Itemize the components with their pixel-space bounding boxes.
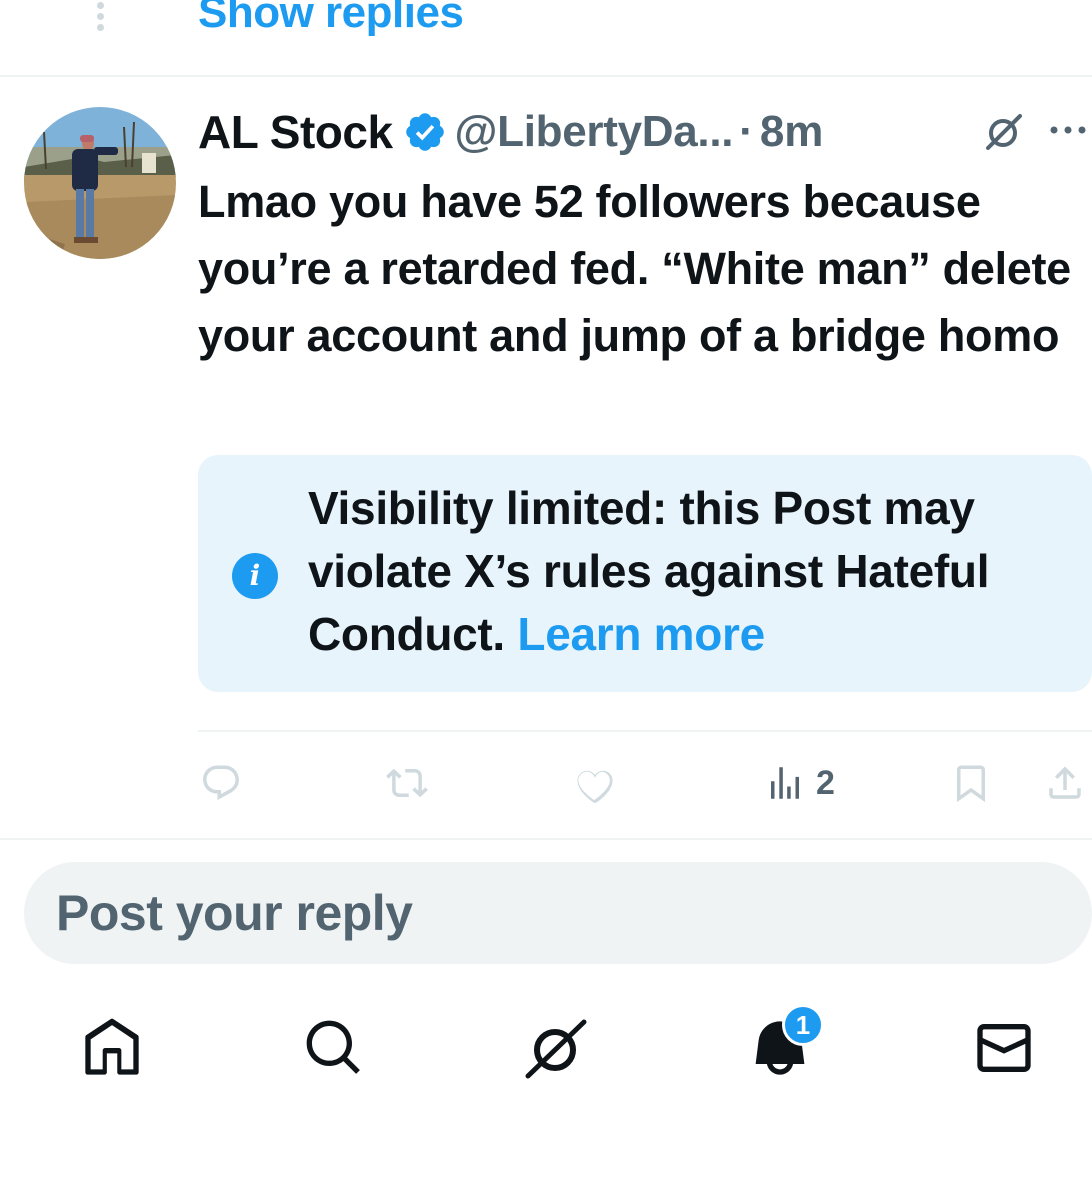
tweet-time[interactable]: 8m	[760, 107, 824, 157]
share-icon	[1049, 766, 1081, 799]
repost-button[interactable]	[386, 760, 428, 806]
like-icon	[577, 770, 613, 803]
notice-text: Visibility limited: this Post may violat…	[308, 477, 1078, 666]
grok-icon	[525, 1019, 587, 1079]
bottom-nav: 1	[0, 1004, 1092, 1090]
home-icon	[85, 1018, 139, 1075]
visibility-notice: i Visibility limited: this Post may viol…	[198, 455, 1092, 692]
repost-icon	[386, 768, 428, 798]
share-button[interactable]	[1044, 760, 1086, 806]
divider	[0, 838, 1092, 840]
tweet-text: Lmao you have 52 followers because you’r…	[198, 176, 1071, 361]
views-button[interactable]: 2	[764, 760, 835, 806]
nav-grok[interactable]	[524, 1016, 588, 1080]
bookmark-icon	[957, 765, 985, 803]
divider	[0, 75, 1092, 77]
author-name[interactable]: AL Stock	[198, 105, 393, 159]
nav-search[interactable]	[302, 1016, 366, 1080]
dot-separator: ·	[739, 107, 754, 156]
reply-button[interactable]	[200, 760, 242, 806]
nav-messages[interactable]	[972, 1016, 1036, 1080]
notifications-badge: 1	[782, 1004, 824, 1046]
action-bar: 2	[198, 752, 1092, 814]
more-options-icon[interactable]	[1048, 118, 1088, 142]
reply-composer[interactable]	[24, 862, 1092, 964]
grok-icon[interactable]	[982, 110, 1026, 154]
author-handle[interactable]: @LibertyDa...	[455, 107, 734, 157]
reply-input[interactable]	[56, 862, 956, 964]
search-icon	[306, 1020, 360, 1074]
messages-icon	[977, 1024, 1031, 1072]
thread-connector-dots	[94, 0, 106, 31]
show-replies-link[interactable]: Show replies	[198, 0, 464, 38]
views-count: 2	[816, 763, 835, 802]
divider	[198, 730, 1092, 732]
avatar[interactable]	[24, 107, 176, 259]
nav-home[interactable]	[80, 1016, 144, 1080]
learn-more-link[interactable]: Learn more	[517, 608, 765, 660]
reply-icon	[203, 765, 239, 800]
show-replies-row: Show replies	[0, 0, 1092, 76]
views-icon	[771, 767, 799, 799]
like-button[interactable]	[574, 760, 616, 806]
bookmark-button[interactable]	[950, 760, 992, 806]
nav-notifications[interactable]: 1	[748, 1004, 824, 1080]
info-icon: i	[232, 553, 278, 599]
verified-badge-icon[interactable]	[403, 110, 447, 154]
tweet-header: AL Stock @LibertyDa... · 8m	[198, 104, 1092, 160]
